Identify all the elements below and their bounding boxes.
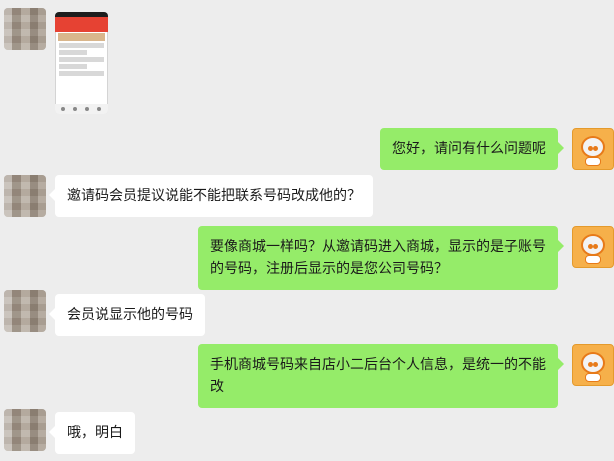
robot-body-icon bbox=[585, 373, 601, 382]
thumbnail-footer bbox=[55, 104, 108, 114]
robot-body-icon bbox=[585, 157, 601, 166]
robot-avatar-icon bbox=[581, 234, 605, 256]
robot-eye-icon bbox=[593, 146, 598, 151]
robot-eye-icon bbox=[593, 362, 598, 367]
agent-message-bubble[interactable]: 要像商城一样吗？从邀请码进入商城，显示的是子账号的号码，注册后显示的是您公司号码… bbox=[198, 226, 564, 290]
thumbnail-nav-icon bbox=[85, 107, 89, 111]
message-text: 会员说显示他的号码 bbox=[67, 307, 193, 323]
thumbnail-line bbox=[59, 71, 104, 76]
robot-avatar-icon bbox=[581, 352, 605, 374]
customer-message-bubble[interactable]: 会员说显示他的号码 bbox=[49, 294, 205, 336]
robot-body-icon bbox=[585, 255, 601, 264]
thumbnail-line bbox=[59, 57, 104, 62]
robot-eye-icon bbox=[593, 244, 598, 249]
customer-avatar[interactable] bbox=[4, 8, 46, 50]
customer-message-bubble[interactable]: 邀请码会员提议说能不能把联系号码改成他的？ bbox=[49, 175, 373, 217]
agent-avatar[interactable] bbox=[572, 344, 614, 386]
thumbnail-line bbox=[59, 50, 87, 55]
agent-message-bubble[interactable]: 手机商城号码来自店小二后台个人信息，是统一的不能改 bbox=[198, 344, 564, 408]
agent-avatar[interactable] bbox=[572, 226, 614, 268]
message-text: 要像商城一样吗？从邀请码进入商城，显示的是子账号的号码，注册后显示的是您公司号码… bbox=[210, 239, 546, 277]
screenshot-image-message[interactable] bbox=[55, 12, 108, 114]
message-text: 邀请码会员提议说能不能把联系号码改成他的？ bbox=[67, 188, 361, 204]
thumbnail-nav-icon bbox=[97, 107, 101, 111]
agent-avatar[interactable] bbox=[572, 128, 614, 170]
message-text: 您好，请问有什么问题呢 bbox=[392, 141, 546, 157]
customer-avatar[interactable] bbox=[4, 175, 46, 217]
customer-avatar[interactable] bbox=[4, 409, 46, 451]
robot-avatar-icon bbox=[581, 136, 605, 158]
thumbnail-banner bbox=[58, 33, 105, 41]
thumbnail-nav-icon bbox=[73, 107, 77, 111]
customer-message-bubble[interactable]: 哦，明白 bbox=[49, 412, 135, 454]
thumbnail-line bbox=[59, 43, 104, 48]
agent-message-bubble[interactable]: 您好，请问有什么问题呢 bbox=[380, 128, 564, 170]
message-text: 哦，明白 bbox=[67, 425, 123, 441]
thumbnail-line bbox=[59, 64, 87, 69]
message-text: 手机商城号码来自店小二后台个人信息，是统一的不能改 bbox=[210, 357, 546, 395]
customer-avatar[interactable] bbox=[4, 290, 46, 332]
thumbnail-nav-icon bbox=[61, 107, 65, 111]
thumbnail-header bbox=[55, 12, 108, 32]
